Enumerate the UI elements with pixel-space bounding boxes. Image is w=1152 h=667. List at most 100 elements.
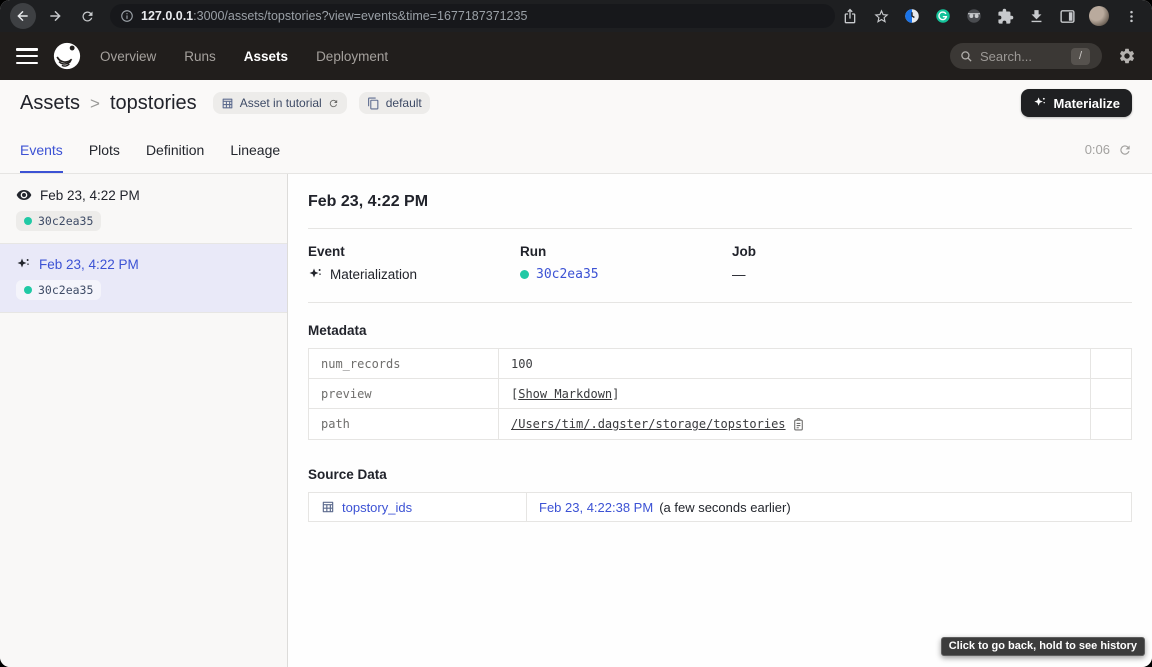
downloads-button[interactable] xyxy=(1027,7,1045,25)
metadata-table: num_records 100 preview [Show Markdown] … xyxy=(308,348,1132,440)
table-row: num_records 100 xyxy=(309,349,1131,379)
nav-item-deployment[interactable]: Deployment xyxy=(316,49,388,64)
event-time: Feb 23, 4:22 PM xyxy=(40,188,140,203)
url-path: :3000/assets/topstories?view=events&time… xyxy=(193,9,527,23)
tab-plots[interactable]: Plots xyxy=(89,126,120,173)
eye-icon xyxy=(16,187,32,203)
metadata-extra-cell xyxy=(1091,349,1131,378)
settings-gear-icon[interactable] xyxy=(1118,47,1136,65)
asset-tag-label: Asset in tutorial xyxy=(240,96,322,110)
source-data-heading: Source Data xyxy=(308,467,1132,482)
table-row: path /Users/tim/.dagster/storage/topstor… xyxy=(309,409,1131,439)
metadata-value: 100 xyxy=(511,357,533,371)
url-host: 127.0.0.1 xyxy=(141,9,193,23)
refresh-countdown: 0:06 xyxy=(1085,142,1110,157)
refresh-icon[interactable] xyxy=(1118,143,1132,157)
breadcrumb-assets-link[interactable]: Assets xyxy=(20,92,80,115)
reload-icon xyxy=(80,9,95,24)
event-detail-panel: Feb 23, 4:22 PM Event Materialization Ru… xyxy=(288,174,1152,667)
nav-item-runs[interactable]: Runs xyxy=(184,49,216,64)
side-panel-icon xyxy=(1059,8,1076,25)
asset-tags: Asset in tutorial default xyxy=(213,92,430,114)
nav-item-overview[interactable]: Overview xyxy=(100,49,156,64)
source-data-table: topstory_ids Feb 23, 4:22:38 PM (a few s… xyxy=(308,492,1132,522)
run-id-pill[interactable]: 30c2ea35 xyxy=(16,211,101,231)
asset-group-tag-default[interactable]: default xyxy=(359,92,430,114)
side-panel-button[interactable] xyxy=(1058,7,1076,25)
browser-menu-button[interactable] xyxy=(1122,7,1140,25)
back-arrow-icon xyxy=(15,8,31,24)
source-update-time-link[interactable]: Feb 23, 4:22:38 PM xyxy=(539,500,653,515)
reload-button[interactable] xyxy=(74,3,100,29)
mask-extension-button[interactable] xyxy=(965,7,983,25)
run-label: Run xyxy=(520,244,732,259)
event-type-value: Materialization xyxy=(330,267,417,282)
asset-group-tag-tutorial[interactable]: Asset in tutorial xyxy=(213,92,347,114)
event-list-item-observation[interactable]: Feb 23, 4:22 PM 30c2ea35 xyxy=(0,174,287,244)
event-list-item-materialization[interactable]: Feb 23, 4:22 PM 30c2ea35 xyxy=(0,244,287,313)
metadata-key: preview xyxy=(309,379,499,408)
path-link[interactable]: /Users/tim/.dagster/storage/topstories xyxy=(511,417,786,431)
refresh-icon[interactable] xyxy=(328,98,339,109)
search-input[interactable] xyxy=(980,49,1064,64)
asset-header: Assets > topstories Asset in tutorial de… xyxy=(0,80,1152,126)
source-asset-name: topstory_ids xyxy=(342,500,412,515)
divider xyxy=(308,302,1132,303)
profile-avatar[interactable] xyxy=(1089,6,1109,26)
app-navbar: Overview Runs Assets Deployment / xyxy=(0,32,1152,80)
metadata-heading: Metadata xyxy=(308,323,1132,338)
star-icon xyxy=(873,8,890,25)
refresh-timer: 0:06 xyxy=(1085,126,1132,173)
nav-menu-button[interactable] xyxy=(16,48,38,64)
sparkle-icon xyxy=(308,267,323,282)
show-markdown-link[interactable]: Show Markdown xyxy=(518,387,612,401)
source-update-note: (a few seconds earlier) xyxy=(659,500,791,515)
tab-events[interactable]: Events xyxy=(20,126,63,173)
search-shortcut-badge: / xyxy=(1071,48,1090,65)
clock-extension-button[interactable] xyxy=(903,7,921,25)
extensions-button[interactable] xyxy=(996,7,1014,25)
nav-item-assets[interactable]: Assets xyxy=(244,49,288,64)
clipboard-copy-icon[interactable] xyxy=(792,418,805,431)
job-value: — xyxy=(732,267,746,282)
puzzle-icon xyxy=(997,8,1014,25)
info-icon xyxy=(120,9,134,23)
copy-icon xyxy=(367,97,380,110)
run-id: 30c2ea35 xyxy=(38,214,93,228)
forward-arrow-icon xyxy=(47,8,63,24)
source-asset-link[interactable]: topstory_ids xyxy=(309,493,527,521)
run-column: Run 30c2ea35 xyxy=(520,244,732,282)
bookmark-button[interactable] xyxy=(872,7,890,25)
event-detail-title: Feb 23, 4:22 PM xyxy=(308,174,1132,228)
job-column: Job — xyxy=(732,244,1132,282)
url-text: 127.0.0.1:3000/assets/topstories?view=ev… xyxy=(141,7,527,25)
browser-actions xyxy=(841,6,1142,26)
asset-tabs: Events Plots Definition Lineage 0:06 xyxy=(0,126,1152,174)
run-id: 30c2ea35 xyxy=(38,283,93,297)
run-id-link[interactable]: 30c2ea35 xyxy=(536,267,599,282)
asset-name: topstories xyxy=(110,92,197,115)
back-button-tooltip: Click to go back, hold to see history xyxy=(941,637,1145,656)
dagster-logo[interactable] xyxy=(52,41,82,71)
event-label: Event xyxy=(308,244,520,259)
sparkle-icon xyxy=(1033,96,1047,110)
grammarly-extension-button[interactable] xyxy=(934,7,952,25)
bracket-open: [ xyxy=(511,387,518,401)
materialize-button[interactable]: Materialize xyxy=(1021,89,1132,117)
run-id-pill[interactable]: 30c2ea35 xyxy=(16,280,101,300)
bracket-close: ] xyxy=(612,387,619,401)
event-run-job-summary: Event Materialization Run 30c2ea35 Job — xyxy=(308,229,1132,302)
clock-icon xyxy=(903,7,921,25)
materialize-label: Materialize xyxy=(1054,96,1120,111)
url-bar[interactable]: 127.0.0.1:3000/assets/topstories?view=ev… xyxy=(110,4,835,28)
metadata-extra-cell xyxy=(1091,379,1131,408)
back-button[interactable] xyxy=(10,3,36,29)
job-label: Job xyxy=(732,244,1132,259)
search-box[interactable]: / xyxy=(950,43,1102,69)
sparkle-icon xyxy=(16,257,31,272)
forward-button[interactable] xyxy=(42,3,68,29)
tab-lineage[interactable]: Lineage xyxy=(230,126,280,173)
share-button[interactable] xyxy=(841,7,859,25)
tab-definition[interactable]: Definition xyxy=(146,126,204,173)
mask-icon xyxy=(965,7,983,25)
